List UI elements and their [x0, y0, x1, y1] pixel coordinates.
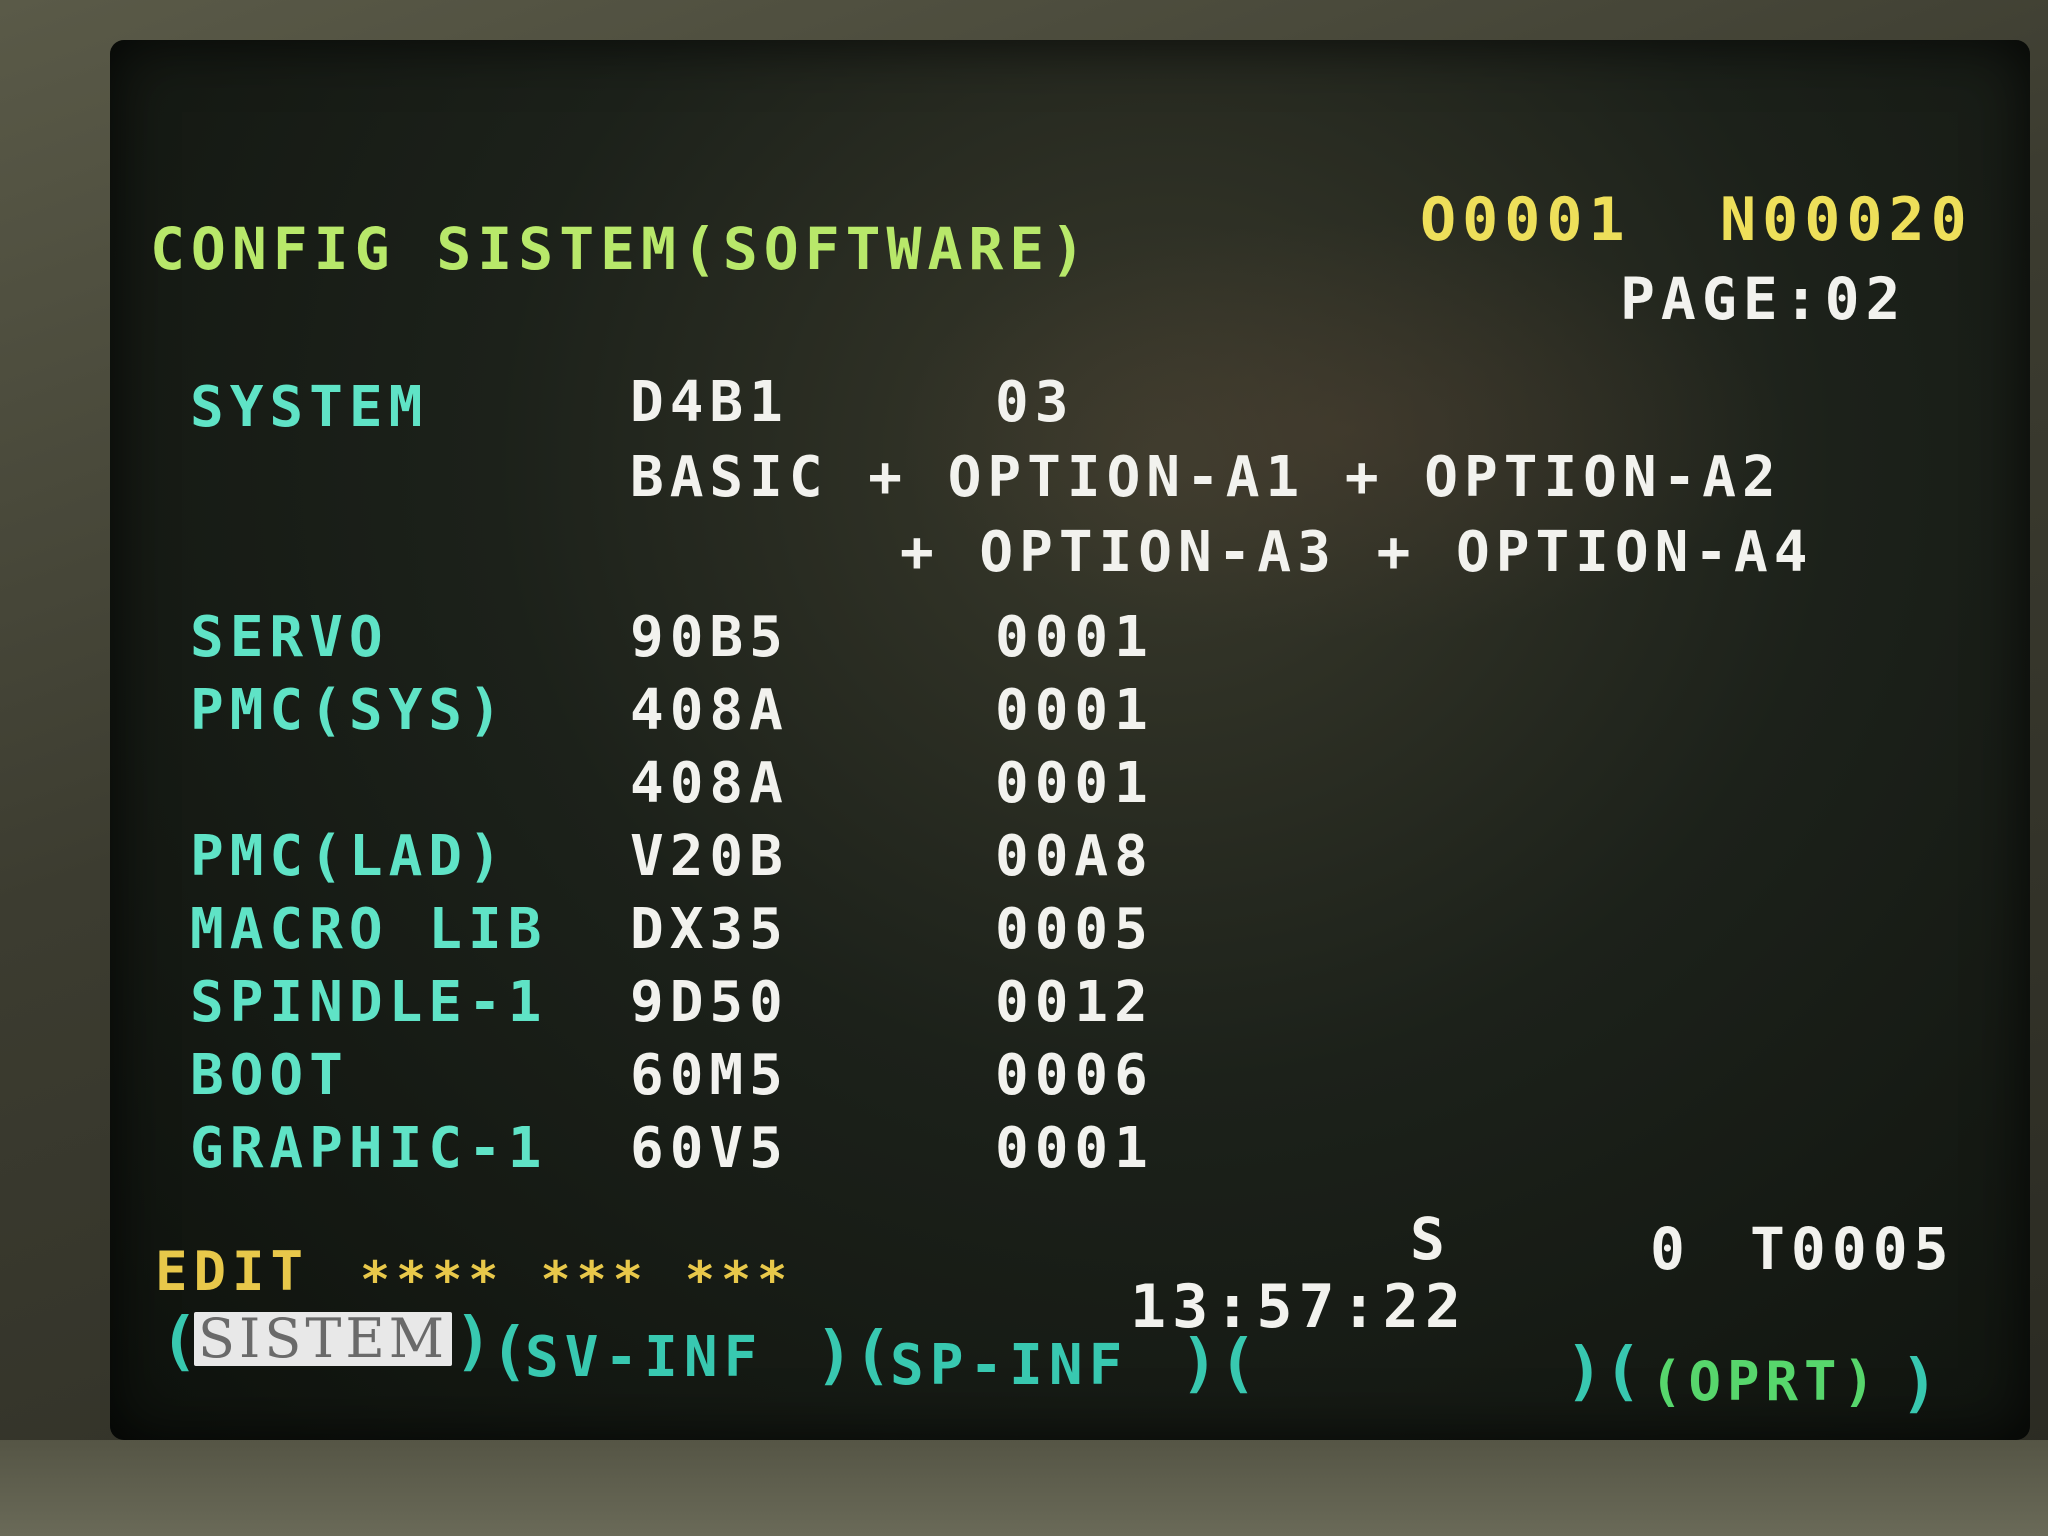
softkey-bracket: (	[490, 1315, 529, 1389]
row-id: DX35	[630, 897, 789, 962]
row-id: D4B1	[630, 370, 789, 435]
row-id: 60M5	[630, 1043, 789, 1108]
options-line-1: BASIC + OPTION-A1 + OPTION-A2	[630, 445, 1782, 510]
row-id: V20B	[630, 824, 789, 889]
spindle-value: 0	[1650, 1215, 1691, 1283]
row-version: 0006	[995, 1043, 1154, 1108]
monitor-bezel-bottom	[0, 1440, 2048, 1536]
softkey-bracket: (	[160, 1305, 199, 1379]
status-stars: **** *** ***	[360, 1251, 794, 1309]
tool-number: T0005	[1750, 1215, 1955, 1283]
mode-indicator: EDIT	[155, 1240, 310, 1303]
row-id: 60V5	[630, 1116, 789, 1181]
row-id: 408A	[630, 678, 789, 743]
row-version: 0005	[995, 897, 1154, 962]
softkey-bracket: )(	[1565, 1335, 1643, 1409]
options-line-2: + OPTION-A3 + OPTION-A4	[900, 520, 1814, 585]
row-version: 00A8	[995, 824, 1154, 889]
softkey-sp-inf[interactable]: SP-INF	[890, 1338, 1128, 1394]
softkey-sistem[interactable]: SISTEM	[194, 1312, 453, 1366]
row-label: SPINDLE-1	[190, 970, 548, 1035]
row-label: PMC(SYS)	[190, 678, 508, 743]
row-id: 9D50	[630, 970, 789, 1035]
program-number: O0001	[1420, 185, 1631, 255]
row-label: BOOT	[190, 1043, 349, 1108]
row-version: 0001	[995, 678, 1154, 743]
row-version: 0001	[995, 605, 1154, 670]
row-version: 03	[995, 370, 1075, 435]
softkey-oprt[interactable]: (OPRT)	[1650, 1355, 1881, 1409]
row-id: 408A	[630, 751, 789, 816]
row-label: MACRO LIB	[190, 897, 548, 962]
softkey-bracket: )	[454, 1305, 493, 1379]
cnc-screen: CONFIG SISTEM(SOFTWARE) O0001 N00020 PAG…	[110, 40, 2030, 1440]
row-label: PMC(LAD)	[190, 824, 508, 889]
softkey-bracket: )(	[815, 1319, 893, 1393]
row-label: SYSTEM	[190, 375, 429, 440]
softkey-bracket: )	[1900, 1347, 1939, 1421]
row-label: GRAPHIC-1	[190, 1116, 548, 1181]
row-label: SERVO	[190, 605, 389, 670]
softkey-sv-inf[interactable]: SV-INF	[525, 1330, 763, 1386]
row-version: 0012	[995, 970, 1154, 1035]
sequence-number: N00020	[1720, 185, 1973, 255]
row-version: 0001	[995, 1116, 1154, 1181]
spindle-label: S	[1410, 1205, 1451, 1273]
row-version: 0001	[995, 751, 1154, 816]
screen-title: CONFIG SISTEM(SOFTWARE)	[150, 215, 1092, 283]
row-id: 90B5	[630, 605, 789, 670]
softkey-bracket: )(	[1180, 1327, 1258, 1401]
page-indicator: PAGE:02	[1620, 265, 1907, 333]
